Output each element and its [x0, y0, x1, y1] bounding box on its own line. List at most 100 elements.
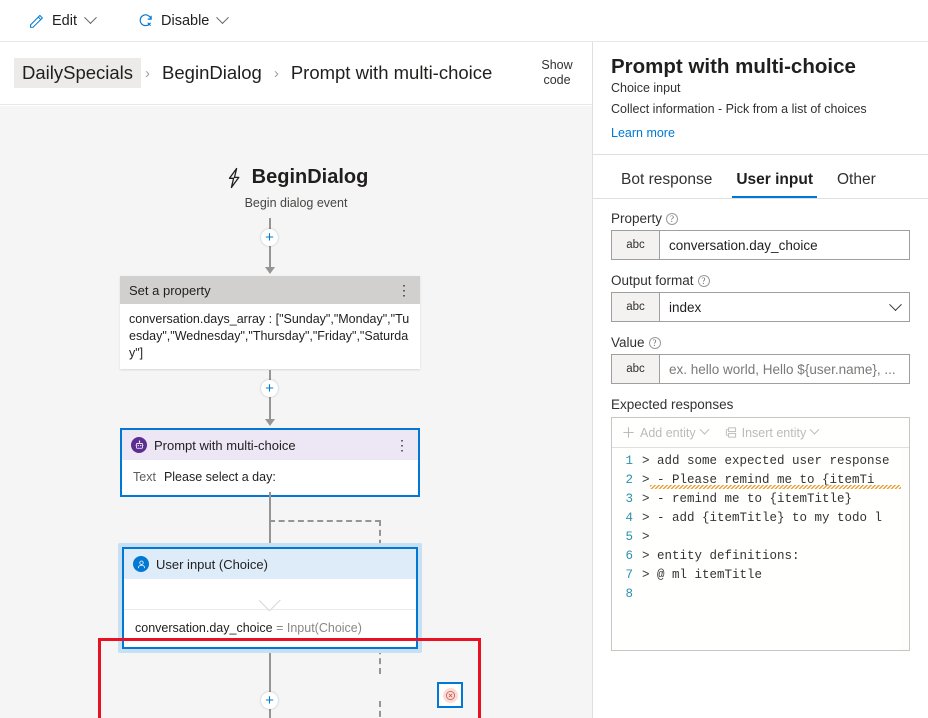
assignment-target: conversation.day_choice: [135, 621, 273, 635]
node-header: Set a property ⋮: [120, 276, 420, 304]
expected-responses-editor[interactable]: Add entity Insert entity 1 > add some ex…: [611, 417, 910, 651]
connector-arrow: [265, 267, 275, 274]
line-number: 2: [625, 473, 633, 487]
app-root: Edit Disable DailySpecials › BeginDialog…: [0, 0, 928, 718]
value-field-label: Value: [611, 335, 645, 350]
disable-button[interactable]: Disable: [127, 5, 237, 37]
node-prompt-with-multi-choice[interactable]: Prompt with multi-choice ⋮ Text Please s…: [120, 428, 420, 497]
panel-subtitle: Choice input: [611, 81, 681, 95]
code-line: 7 > @ ml itemTitle: [612, 566, 909, 585]
line-number: 8: [625, 587, 633, 601]
chevron-down-icon[interactable]: [84, 11, 97, 25]
line-number: 7: [625, 568, 633, 582]
output-format-field[interactable]: abc: [611, 292, 910, 322]
plus-icon: [623, 427, 634, 438]
value-type-toggle[interactable]: abc: [612, 355, 660, 383]
show-code-line1: Show: [541, 58, 573, 72]
chevron-down-icon[interactable]: [216, 11, 230, 25]
add-node-button[interactable]: +: [261, 229, 278, 246]
dialog-canvas[interactable]: BeginDialog Begin dialog event + Set a p…: [0, 106, 592, 718]
value-input[interactable]: [660, 355, 909, 383]
add-entity-label: Add entity: [640, 425, 696, 440]
breadcrumb-item-current[interactable]: Prompt with multi-choice: [283, 58, 501, 88]
assignment-equals: =: [276, 621, 284, 635]
output-format-input[interactable]: [660, 293, 881, 321]
tab-user-input[interactable]: User input: [726, 171, 823, 198]
node-inner: User input (Choice) conversation.day_cho…: [122, 547, 418, 649]
line-number: 3: [625, 492, 633, 506]
person-icon: [133, 556, 149, 572]
error-circle-icon: [442, 687, 458, 703]
node-title: Set a property: [129, 282, 211, 298]
breadcrumb: DailySpecials › BeginDialog › Prompt wit…: [14, 58, 528, 88]
property-input[interactable]: [660, 231, 909, 259]
node-title: Prompt with multi-choice: [154, 437, 296, 453]
output-format-type-toggle[interactable]: abc: [612, 293, 660, 321]
panel-description: Collect information - Pick from a list o…: [611, 102, 867, 116]
edit-button-label: Edit: [52, 12, 77, 29]
edit-button[interactable]: Edit: [18, 5, 105, 37]
node-set-a-property[interactable]: Set a property ⋮ conversation.days_array…: [120, 276, 420, 369]
code-line: 3 > - remind me to {itemTitle}: [612, 490, 909, 509]
insert-entity-button[interactable]: Insert entity: [724, 424, 820, 440]
trigger-subtitle: Begin dialog event: [244, 195, 348, 210]
property-field-label: Property: [611, 211, 663, 226]
editor-text-area[interactable]: 1 > add some expected user response 2 > …: [612, 448, 909, 650]
node-body: conversation.day_choice = Input(Choice): [124, 610, 416, 647]
learn-more-link[interactable]: Learn more: [611, 126, 675, 140]
top-toolbar: Edit Disable: [0, 0, 928, 42]
tab-bot-response[interactable]: Bot response: [611, 171, 722, 198]
bot-icon: [131, 437, 147, 453]
show-code-line2: code: [543, 73, 571, 87]
line-text: > entity definitions:: [642, 549, 800, 563]
node-body: conversation.days_array : ["Sunday","Mon…: [120, 304, 420, 369]
node-field-label: Text: [133, 470, 156, 484]
breadcrumb-item-begindialog[interactable]: BeginDialog: [154, 58, 270, 88]
chevron-down-icon[interactable]: [809, 424, 820, 435]
node-error-button[interactable]: [437, 682, 463, 708]
editor-toolbar: Add entity Insert entity: [612, 418, 909, 448]
trigger-header: BeginDialog Begin dialog event: [0, 166, 592, 210]
node-body: Text Please select a day:: [122, 460, 418, 495]
help-icon[interactable]: ?: [648, 336, 661, 349]
breadcrumb-bar: DailySpecials › BeginDialog › Prompt wit…: [0, 42, 592, 105]
breadcrumb-separator: ›: [273, 64, 279, 82]
trigger-title: BeginDialog: [251, 166, 369, 188]
value-field[interactable]: abc: [611, 354, 910, 384]
help-icon[interactable]: ?: [697, 274, 710, 287]
chevron-down-icon[interactable]: [699, 424, 710, 435]
code-line: 8: [612, 585, 909, 604]
help-icon[interactable]: ?: [666, 212, 679, 225]
node-divider: [124, 609, 416, 610]
chevron-down-icon[interactable]: [881, 293, 909, 321]
bolt-icon: [224, 167, 244, 189]
node-user-input-choice[interactable]: User input (Choice) conversation.day_cho…: [118, 543, 422, 653]
show-code-button[interactable]: Show code: [528, 58, 586, 88]
connector-arrow: [265, 419, 275, 426]
tab-other[interactable]: Other: [827, 171, 886, 198]
code-line: 2 > - Please remind me to {itemTi: [612, 471, 909, 490]
breadcrumb-item-root[interactable]: DailySpecials: [14, 58, 142, 88]
code-line: 4 > - add {itemTitle} to my todo l: [612, 509, 909, 528]
disable-button-label: Disable: [161, 12, 210, 29]
add-node-button[interactable]: +: [261, 692, 278, 709]
line-text: > - remind me to {itemTitle}: [642, 492, 853, 506]
property-type-toggle[interactable]: abc: [612, 231, 660, 259]
line-number: 4: [625, 511, 633, 525]
node-menu-button[interactable]: ⋮: [397, 283, 411, 297]
node-menu-button[interactable]: ⋮: [395, 438, 409, 452]
add-node-button[interactable]: +: [261, 380, 278, 397]
node-header: Prompt with multi-choice ⋮: [122, 430, 418, 460]
panel-title: Prompt with multi-choice: [611, 55, 856, 78]
add-entity-button[interactable]: Add entity: [622, 424, 710, 440]
line-text: > - add {itemTitle} to my todo l: [642, 511, 883, 525]
code-line: 1 > add some expected user response: [612, 452, 909, 471]
line-text: >: [642, 530, 650, 544]
output-format-label: Output format: [611, 273, 694, 288]
node-field-value: Please select a day:: [163, 470, 276, 484]
line-number: 1: [625, 454, 633, 468]
expected-responses-label: Expected responses: [611, 397, 734, 412]
editor-scrollbar[interactable]: [901, 448, 909, 650]
line-text: > @ ml itemTitle: [642, 568, 763, 582]
property-field[interactable]: abc: [611, 230, 910, 260]
